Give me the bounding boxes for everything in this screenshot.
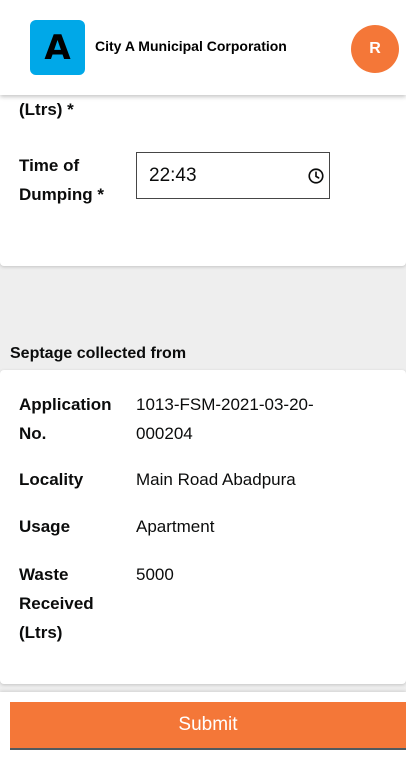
- submit-button[interactable]: Submit: [10, 702, 406, 750]
- app-header: A City A Municipal Corporation R: [0, 0, 406, 95]
- waste-dumped-label: (Ltrs) *: [19, 100, 74, 119]
- usage-label: Usage: [19, 517, 71, 536]
- time-of-dumping-input[interactable]: 22:43: [136, 152, 330, 199]
- locality-value: Main Road Abadpura: [136, 470, 296, 489]
- city-logo: A: [30, 20, 85, 75]
- city-name: City A Municipal Corporation: [95, 38, 287, 54]
- application-no-label: Application No.: [19, 395, 112, 443]
- time-value: 22:43: [149, 165, 197, 186]
- waste-received-value: 5000: [136, 565, 174, 584]
- application-no-value: 1013-FSM-2021-03-20-000204: [136, 395, 314, 443]
- action-bar: Submit: [0, 692, 406, 760]
- septage-section-heading: Septage collected from: [10, 345, 187, 362]
- user-avatar[interactable]: R: [351, 25, 399, 73]
- time-of-dumping-label: Time of Dumping *: [19, 156, 104, 204]
- avatar-initial: R: [369, 40, 381, 57]
- usage-value: Apartment: [136, 517, 215, 536]
- page: A City A Municipal Corporation R (Ltrs) …: [0, 0, 406, 760]
- logo-letter: A: [44, 27, 71, 68]
- clock-icon[interactable]: [307, 167, 325, 185]
- septage-details-card: Application No. 1013-FSM-2021-03-20-0002…: [0, 370, 406, 684]
- waste-received-label: Waste Received (Ltrs): [19, 565, 94, 642]
- locality-label: Locality: [19, 470, 84, 489]
